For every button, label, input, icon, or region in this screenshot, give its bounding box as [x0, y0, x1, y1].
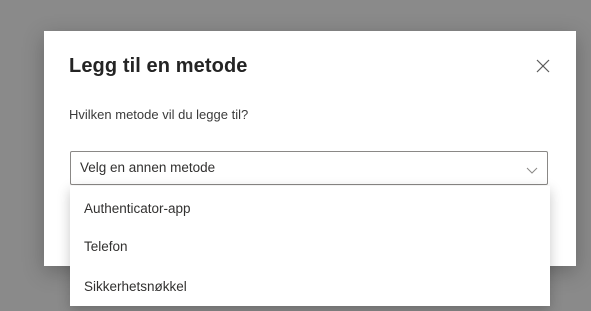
- method-dropdown-list: Authenticator-app Telefon Sikkerhetsnøkk…: [70, 186, 550, 306]
- option-telefon[interactable]: Telefon: [70, 228, 550, 264]
- method-select[interactable]: Velg en annen metode: [70, 151, 548, 185]
- close-button[interactable]: [532, 55, 554, 77]
- chevron-down-icon: [526, 163, 538, 175]
- option-label: Authenticator-app: [84, 201, 191, 216]
- method-select-value: Velg en annen metode: [80, 160, 216, 175]
- close-icon: [532, 55, 554, 77]
- option-label: Telefon: [84, 239, 128, 254]
- dialog-subtitle: Hvilken metode vil du legge til?: [69, 107, 249, 122]
- option-sikkerhetsnokkel[interactable]: Sikkerhetsnøkkel: [70, 268, 550, 304]
- option-authenticator-app[interactable]: Authenticator-app: [70, 190, 550, 226]
- option-label: Sikkerhetsnøkkel: [84, 279, 187, 294]
- dialog-title: Legg til en metode: [69, 55, 248, 77]
